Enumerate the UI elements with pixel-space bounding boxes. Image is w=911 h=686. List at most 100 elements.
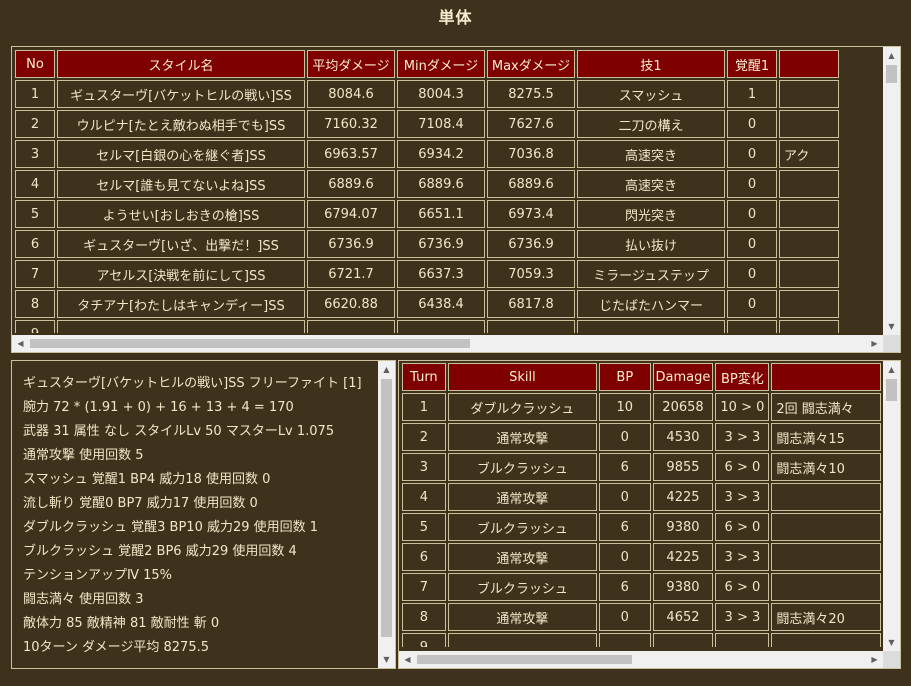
ranking-row[interactable]: 1 ギュスターヴ[バケットヒルの戦い]SS 8084.6 8004.3 8275.5 スマ… [15,80,839,108]
turn-cell: 9380 [652,513,714,541]
turn-horizontal-scrollbar[interactable]: ◀ ▶ [399,651,883,668]
turn-cell [599,633,651,647]
detail-vscroll-thumb[interactable] [381,379,392,637]
turn-row[interactable]: 3 ブルクラッシュ 6 9855 6 > 0 闘志満々10 [402,453,881,481]
turn-column-header[interactable]: BP [599,363,651,391]
ranking-hscroll-thumb[interactable] [30,339,470,348]
ranking-cell [779,200,839,228]
ranking-column-header[interactable]: Maxダメージ [487,50,575,78]
ranking-cell: 0 [727,140,777,168]
ranking-vertical-scrollbar[interactable]: ▲ ▼ [883,47,900,335]
turn-cell: 6 [599,573,651,601]
turn-cell: 3 > 3 [715,543,770,571]
turn-cell [771,633,881,647]
turn-cell [652,633,714,647]
ranking-cell: 6721.7 [307,260,395,288]
turn-cell: ダブルクラッシュ [447,393,598,421]
turn-cell: 0 [599,483,651,511]
scroll-up-icon[interactable]: ▲ [378,361,395,378]
turn-cell: 4 [402,483,446,511]
ranking-row[interactable]: 6 ギュスターヴ[いざ、出撃だ！]SS 6736.9 6736.9 6736.9 払い抜け… [15,230,839,258]
ranking-cell [577,320,725,333]
turn-cell: 6 [402,543,446,571]
scroll-up-icon[interactable]: ▲ [883,47,900,64]
ranking-horizontal-scrollbar[interactable]: ◀ ▶ [12,335,883,352]
turn-row[interactable]: 9 [402,633,881,647]
ranking-cell: 6736.9 [397,230,485,258]
turn-row[interactable]: 1 ダブルクラッシュ 10 20658 10 > 0 2回 闘志満々 [402,393,881,421]
turn-column-header[interactable] [771,363,881,391]
ranking-vscroll-thumb[interactable] [886,65,897,83]
ranking-cell: タチアナ[わたしはキャンディー]SS [57,290,305,318]
turn-cell: 通常攻撃 [447,483,598,511]
ranking-cell [487,320,575,333]
scroll-right-icon[interactable]: ▶ [866,335,883,352]
turn-cell: ブルクラッシュ [447,453,598,481]
scroll-down-icon[interactable]: ▼ [378,651,395,668]
scroll-up-icon[interactable]: ▲ [883,361,900,378]
scroll-down-icon[interactable]: ▼ [883,634,900,651]
turn-cell [771,573,881,601]
detail-line: 10ターン ダメージ平均 8275.5 [23,640,209,655]
turn-row[interactable]: 7 ブルクラッシュ 6 9380 6 > 0 [402,573,881,601]
ranking-row[interactable]: 5 ようせい[おしおきの槍]SS 6794.07 6651.1 6973.4 閃光突き 0 [15,200,839,228]
scroll-left-icon[interactable]: ◀ [399,651,416,668]
ranking-cell: 8004.3 [397,80,485,108]
ranking-cell [779,290,839,318]
ranking-column-header[interactable] [779,50,839,78]
ranking-column-header[interactable]: 技1 [577,50,725,78]
scroll-right-icon[interactable]: ▶ [866,651,883,668]
turn-cell: 闘志満々15 [771,423,881,451]
detail-line: テンションアップⅣ 15% [23,568,173,583]
turn-row[interactable]: 4 通常攻撃 0 4225 3 > 3 [402,483,881,511]
turn-row[interactable]: 2 通常攻撃 0 4530 3 > 3 闘志満々15 [402,423,881,451]
ranking-column-header[interactable]: No [15,50,55,78]
ranking-cell: 6889.6 [487,170,575,198]
detail-line: 武器 31 属性 なし スタイルLv 50 マスターLv 1.075 [23,424,335,439]
ranking-row[interactable]: 8 タチアナ[わたしはキャンディー]SS 6620.88 6438.4 6817.8 じた… [15,290,839,318]
ranking-column-header[interactable]: Minダメージ [397,50,485,78]
turn-vscroll-thumb[interactable] [886,379,897,401]
ranking-cell: 7036.8 [487,140,575,168]
scroll-left-icon[interactable]: ◀ [12,335,29,352]
ranking-cell: 6973.4 [487,200,575,228]
ranking-cell: ギュスターヴ[いざ、出撃だ！]SS [57,230,305,258]
detail-panel: ギュスターヴ[バケットヒルの戦い]SS フリーファイト [1] 腕力 72 * (… [11,360,396,669]
ranking-row[interactable]: 3 セルマ[白銀の心を継ぐ者]SS 6963.57 6934.2 7036.8 高速突き 0… [15,140,839,168]
ranking-cell: 7 [15,260,55,288]
ranking-row[interactable]: 2 ウルピナ[たとえ敵わぬ相手でも]SS 7160.32 7108.4 7627.6 二刀… [15,110,839,138]
turn-vertical-scrollbar[interactable]: ▲ ▼ [883,361,900,651]
turn-column-header[interactable]: Turn [402,363,446,391]
detail-line: 腕力 72 * (1.91 + 0) + 16 + 13 + 4 = 170 [23,400,294,415]
ranking-cell: 0 [727,230,777,258]
detail-line: 流し斬り 覚醒0 BP7 威力17 使用回数 0 [23,496,258,511]
ranking-column-header[interactable]: 平均ダメージ [307,50,395,78]
turn-row[interactable]: 5 ブルクラッシュ 6 9380 6 > 0 [402,513,881,541]
detail-line: ギュスターヴ[バケットヒルの戦い]SS フリーファイト [1] [23,376,362,391]
detail-vertical-scrollbar[interactable]: ▲ ▼ [378,361,395,668]
turn-cell: 0 [599,543,651,571]
ranking-column-header[interactable]: スタイル名 [57,50,305,78]
turn-column-header[interactable]: Skill [447,363,598,391]
turn-row[interactable]: 8 通常攻撃 0 4652 3 > 3 闘志満々20 [402,603,881,631]
ranking-cell: ようせい[おしおきの槍]SS [57,200,305,228]
turn-row[interactable]: 6 通常攻撃 0 4225 3 > 3 [402,543,881,571]
ranking-cell: 6651.1 [397,200,485,228]
turn-header-row: Turn Skill BP Damage BP変化 [402,363,881,391]
ranking-header-row: No スタイル名 平均ダメージ Minダメージ Maxダメージ 技1 覚醒1 [15,50,839,78]
scroll-corner [883,335,900,352]
turn-cell: 6 > 0 [715,513,770,541]
ranking-row[interactable]: 9 [15,320,839,333]
turn-column-header[interactable]: Damage [652,363,714,391]
turn-cell: 0 [599,423,651,451]
turn-cell [771,513,881,541]
ranking-cell [779,320,839,333]
ranking-cell: 0 [727,110,777,138]
turn-column-header[interactable]: BP変化 [715,363,770,391]
ranking-row[interactable]: 4 セルマ[誰も見てないよね]SS 6889.6 6889.6 6889.6 高速突き 0 [15,170,839,198]
ranking-row[interactable]: 7 アセルス[決戦を前にして]SS 6721.7 6637.3 7059.3 ミラージュス… [15,260,839,288]
scroll-down-icon[interactable]: ▼ [883,318,900,335]
ranking-cell [779,110,839,138]
ranking-column-header[interactable]: 覚醒1 [727,50,777,78]
turn-hscroll-thumb[interactable] [417,655,632,664]
